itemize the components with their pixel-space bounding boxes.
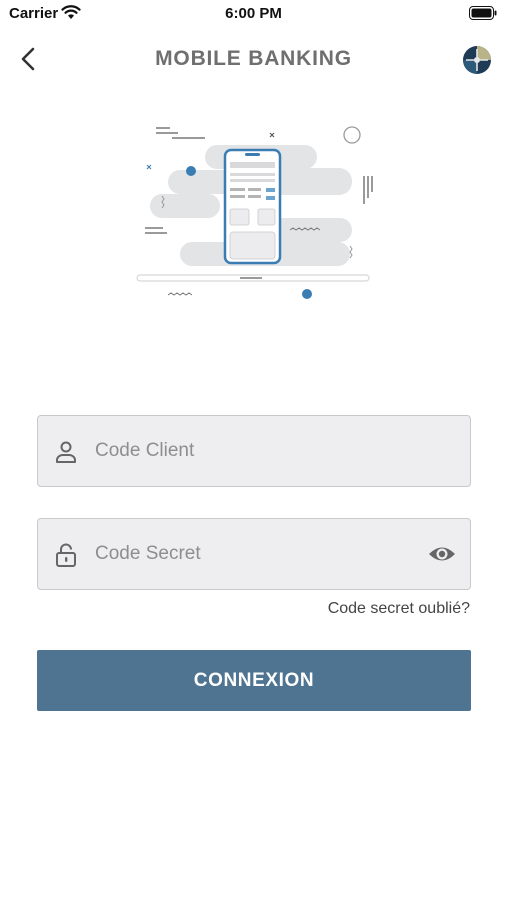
battery-icon [469, 6, 497, 20]
secret-code-field[interactable] [37, 518, 471, 590]
page-title: MOBILE BANKING [155, 47, 352, 70]
status-time: 6:00 PM [225, 5, 282, 22]
forgot-secret-link[interactable]: Code secret oublié? [328, 600, 470, 618]
secret-code-input[interactable] [95, 519, 415, 589]
phone-banking-illustration [136, 126, 373, 299]
eye-icon[interactable] [428, 543, 456, 565]
language-globe-icon [463, 46, 491, 74]
client-code-field[interactable] [37, 415, 471, 487]
language-button[interactable] [462, 45, 492, 75]
status-bar: Carrier 6:00 PM [0, 0, 507, 28]
login-button[interactable]: CONNEXION [37, 650, 471, 711]
lock-open-icon [56, 543, 76, 567]
client-code-input[interactable] [95, 416, 415, 486]
user-icon [56, 441, 76, 463]
